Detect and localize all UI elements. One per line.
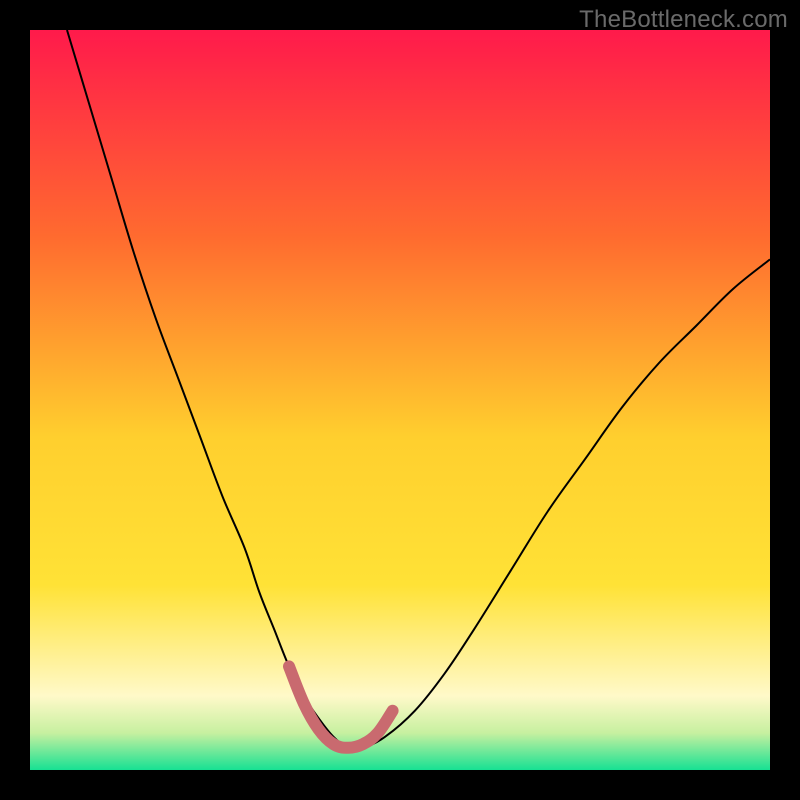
plot-area	[30, 30, 770, 770]
chart-stage: TheBottleneck.com	[0, 0, 800, 800]
plot-background	[30, 30, 770, 770]
chart-svg	[30, 30, 770, 770]
